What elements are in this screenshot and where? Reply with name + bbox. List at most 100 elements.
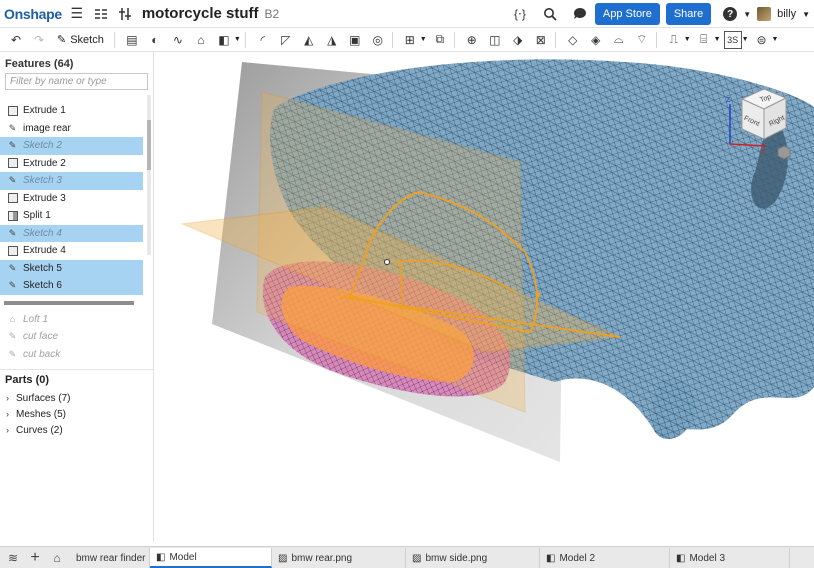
undo-icon[interactable]: ↶	[6, 31, 26, 49]
help-icon[interactable]: ?	[723, 7, 738, 21]
comments-icon[interactable]	[571, 5, 589, 23]
mate-chevron-icon[interactable]: ▼	[742, 36, 749, 43]
frame-chevron-icon[interactable]: ▼	[714, 36, 721, 43]
image-icon: ▨	[278, 552, 288, 564]
hole-tool-icon[interactable]: ◎	[368, 31, 388, 49]
menu-icon[interactable]: ☰	[68, 5, 86, 23]
feature-label: image rear	[23, 122, 71, 134]
loft-tool-icon[interactable]: ⌂	[191, 31, 211, 49]
mate-connector-tool-icon[interactable]: 3S	[723, 30, 742, 49]
feature-item[interactable]: Extrude 1	[0, 102, 143, 120]
feature-item[interactable]: ⌂ Loft 1	[0, 311, 143, 329]
sketch-point[interactable]	[535, 292, 541, 298]
toolbar-divider	[244, 31, 246, 48]
split-tool-icon[interactable]: ◫	[485, 31, 505, 49]
more-tools-chevron-icon[interactable]: ▼	[234, 36, 241, 43]
tab-bmw-side-png[interactable]: ▨ bmw side.png	[406, 548, 540, 568]
feature-list-toggle-icon[interactable]	[92, 5, 110, 23]
sketch-button[interactable]: ✎ Sketch	[57, 33, 104, 47]
tab-model-2[interactable]: ◧ Model 2	[540, 548, 670, 568]
toolbar-divider	[453, 31, 455, 48]
feature-item[interactable]: Extrude 3	[0, 190, 143, 208]
search-icon[interactable]	[541, 5, 559, 23]
draft-tool-icon[interactable]: ◭	[299, 31, 319, 49]
model-scene[interactable]	[155, 52, 814, 542]
feature-scrollbar-track[interactable]	[147, 95, 151, 255]
feature-item[interactable]: Extrude 2	[0, 155, 143, 173]
fillet-tool-icon[interactable]: ◜	[253, 31, 273, 49]
thicken-tool-icon[interactable]: ◧	[214, 31, 234, 49]
sweep-tool-icon[interactable]: ∿	[168, 31, 188, 49]
variables-icon[interactable]	[116, 5, 134, 23]
view-options-icon[interactable]: ⊜	[752, 31, 772, 49]
feature-item[interactable]: ✎ Sketch 2	[0, 137, 143, 155]
tab-bmw-rear-png[interactable]: ▨ bmw rear.png	[272, 548, 406, 568]
feature-item[interactable]: ✎ Sketch 6	[0, 277, 143, 295]
transform-tool-icon[interactable]: ⬗	[508, 31, 528, 49]
view-cube-rotate-handle-icon[interactable]	[777, 145, 791, 160]
z-axis-label: Z	[726, 97, 731, 104]
fill-tool-icon[interactable]: ◈	[586, 31, 606, 49]
boolean-tool-icon[interactable]: ⊕	[462, 31, 482, 49]
offset-surface-tool-icon[interactable]: ⌔	[632, 31, 652, 49]
parts-group-surfaces[interactable]: › Surfaces (7)	[0, 390, 153, 406]
onshape-logo[interactable]: Onshape	[4, 6, 62, 22]
add-tab-icon[interactable]: +	[26, 549, 44, 567]
mirror-tool-icon[interactable]: ⧉	[430, 31, 450, 49]
extrude-icon	[7, 105, 18, 116]
feature-label: Sketch 4	[23, 227, 62, 239]
code-braces-icon[interactable]: {⋅}	[511, 5, 529, 23]
view-cube[interactable]: Top Front Right Z X	[724, 84, 794, 167]
app-store-button[interactable]: App Store	[594, 3, 660, 25]
share-button[interactable]: Share	[665, 3, 712, 25]
tab-model[interactable]: ◧ Model	[150, 548, 272, 568]
feature-scrollbar-thumb[interactable]	[147, 120, 151, 170]
branch-label[interactable]: B2	[265, 7, 280, 21]
feature-label: Extrude 2	[23, 157, 66, 169]
user-name[interactable]: billy	[777, 8, 796, 20]
sketch-point[interactable]	[384, 259, 390, 265]
delete-part-tool-icon[interactable]: ⊠	[531, 31, 551, 49]
surface-tool-icon[interactable]: ◇	[563, 31, 583, 49]
tab-model-3[interactable]: ◧ Model 3	[670, 548, 790, 568]
view-options-chevron-icon[interactable]: ▼	[772, 36, 779, 43]
rib-tool-icon[interactable]: ◮	[322, 31, 342, 49]
pattern-tool-icon[interactable]: ⊞	[400, 31, 420, 49]
graphics-viewport[interactable]: Top Front Right Z X	[155, 52, 814, 542]
feature-item[interactable]: ✎ cut back	[0, 346, 143, 364]
x-axis-label: X	[760, 149, 765, 156]
feature-item[interactable]: ✎ Sketch 3	[0, 172, 143, 190]
help-chevron-icon[interactable]: ▼	[743, 10, 751, 19]
tab-manager-icon[interactable]: ≋	[4, 549, 22, 567]
boundary-tool-icon[interactable]: ⌓	[609, 31, 629, 49]
frame-tool-icon[interactable]: ⌸	[694, 31, 714, 49]
feature-item[interactable]: ✎ Sketch 5	[0, 259, 143, 277]
avatar[interactable]	[757, 7, 772, 21]
feature-item[interactable]: Split 1	[0, 207, 143, 225]
sheet-metal-chevron-icon[interactable]: ▼	[684, 36, 691, 43]
mesh-lower[interactable]	[652, 378, 696, 440]
shell-tool-icon[interactable]: ▣	[345, 31, 365, 49]
parts-group-meshes[interactable]: › Meshes (5)	[0, 406, 153, 422]
toolbar-divider	[554, 31, 556, 48]
tab-label: Model 3	[689, 552, 726, 564]
feature-item[interactable]: ✎ cut face	[0, 328, 143, 346]
rollback-bar[interactable]	[4, 300, 134, 305]
chamfer-tool-icon[interactable]: ◸	[276, 31, 296, 49]
extrude-tool-icon[interactable]: ▤	[122, 31, 142, 49]
feature-item[interactable]: ✎ Sketch 4	[0, 224, 143, 242]
extrude-icon	[7, 245, 18, 256]
tab-bmw-rear-finder[interactable]: bmw rear finder	[70, 548, 150, 568]
redo-icon[interactable]: ↷	[29, 31, 49, 49]
user-chevron-icon[interactable]: ▼	[802, 10, 810, 19]
parts-group-curves[interactable]: › Curves (2)	[0, 422, 153, 438]
document-title[interactable]: motorcycle stuff	[142, 5, 259, 22]
home-icon[interactable]: ⌂	[48, 549, 66, 567]
revolve-tool-icon[interactable]: ◐	[145, 31, 165, 49]
pattern-chevron-icon[interactable]: ▼	[420, 36, 427, 43]
feature-filter-input[interactable]: Filter by name or type	[5, 73, 148, 90]
feature-item[interactable]: ✎ image rear	[0, 120, 143, 138]
sheet-metal-tool-icon[interactable]: ⎍	[664, 31, 684, 49]
feature-item[interactable]: Extrude 4	[0, 242, 143, 260]
feature-toolbar: ↶ ↷ ✎ Sketch ▤ ◐ ∿ ⌂ ◧ ▼ ◜ ◸ ◭ ◮ ▣ ◎ ⊞ ▼…	[0, 28, 814, 52]
